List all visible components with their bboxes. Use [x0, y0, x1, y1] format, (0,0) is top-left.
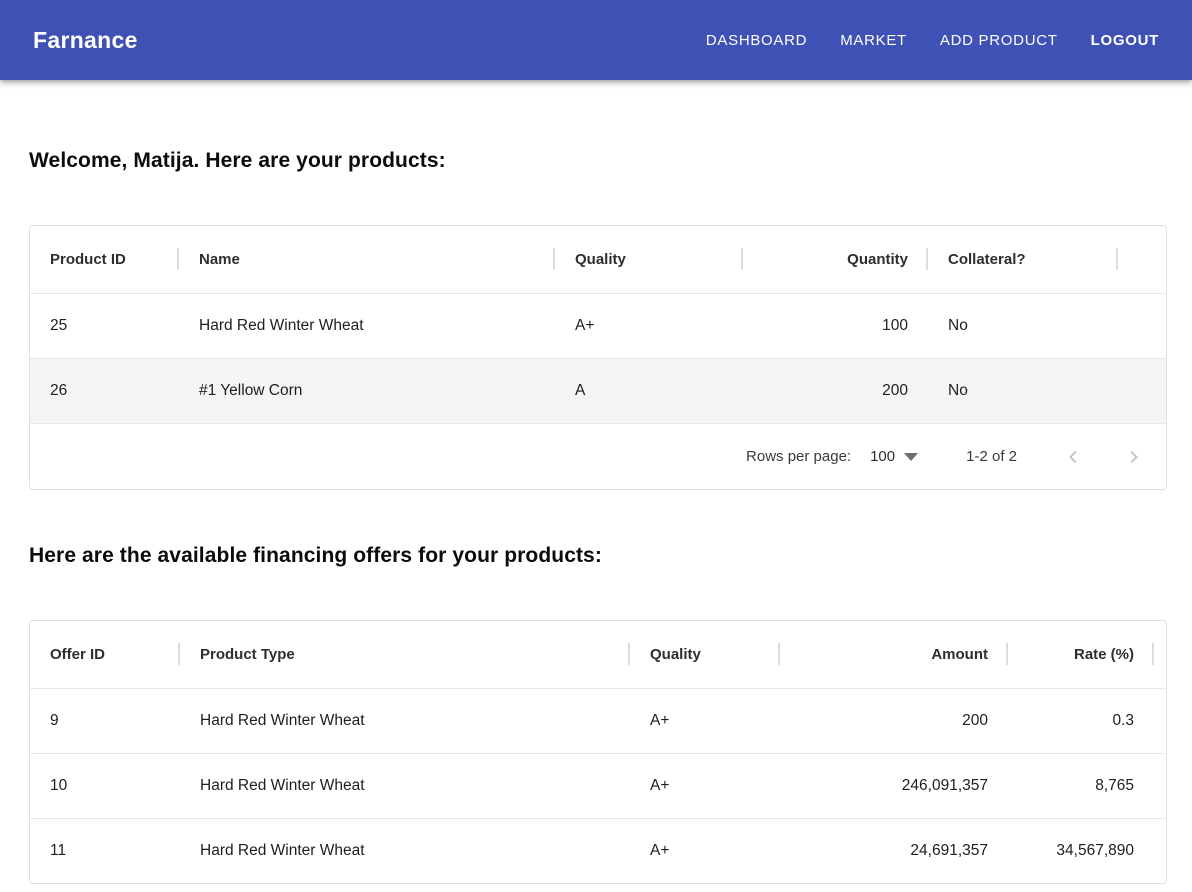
table-row[interactable]: 9 Hard Red Winter Wheat A+ 200 0.3	[30, 688, 1166, 753]
cell-rate: 0.3	[1008, 688, 1154, 753]
chevron-right-icon	[1122, 445, 1146, 469]
products-table: Product ID Name Quality Quantity Collate…	[30, 226, 1166, 423]
previous-page-button[interactable]	[1061, 445, 1085, 469]
cell-quality: A+	[630, 818, 780, 883]
offers-table-card: Offer ID Product Type Quality Amount Rat…	[29, 620, 1167, 884]
column-header-quality[interactable]: Quality	[555, 226, 743, 293]
cell-amount: 24,691,357	[780, 818, 1008, 883]
table-row[interactable]: 11 Hard Red Winter Wheat A+ 24,691,357 3…	[30, 818, 1166, 883]
column-header-name[interactable]: Name	[179, 226, 555, 293]
column-header-quality[interactable]: Quality	[630, 621, 780, 688]
cell-quality: A+	[630, 688, 780, 753]
column-header-rate[interactable]: Rate (%)	[1008, 621, 1154, 688]
cell-quantity: 200	[743, 358, 928, 423]
column-header-collateral[interactable]: Collateral?	[928, 226, 1118, 293]
cell-product-id: 25	[30, 293, 179, 358]
column-header-spacer	[1154, 621, 1166, 688]
column-header-offer-id[interactable]: Offer ID	[30, 621, 180, 688]
nav-logout[interactable]: LOGOUT	[1091, 32, 1159, 49]
column-header-spacer	[1118, 226, 1166, 293]
offers-table: Offer ID Product Type Quality Amount Rat…	[30, 621, 1166, 883]
cell-name: #1 Yellow Corn	[179, 358, 555, 423]
products-pagination: Rows per page: 100 1-2 of 2	[30, 423, 1166, 489]
cell-product-type: Hard Red Winter Wheat	[180, 688, 630, 753]
offers-header-row: Offer ID Product Type Quality Amount Rat…	[30, 621, 1166, 688]
rows-per-page-label: Rows per page:	[746, 448, 851, 465]
column-header-product-id[interactable]: Product ID	[30, 226, 179, 293]
rows-per-page-select[interactable]: 100	[870, 448, 918, 465]
cell-product-type: Hard Red Winter Wheat	[180, 753, 630, 818]
products-table-card: Product ID Name Quality Quantity Collate…	[29, 225, 1167, 490]
cell-name: Hard Red Winter Wheat	[179, 293, 555, 358]
cell-amount: 200	[780, 688, 1008, 753]
cell-amount: 246,091,357	[780, 753, 1008, 818]
cell-collateral: No	[928, 293, 1118, 358]
nav-dashboard[interactable]: DASHBOARD	[706, 32, 807, 49]
app-logo[interactable]: Farnance	[33, 27, 138, 54]
column-header-product-type[interactable]: Product Type	[180, 621, 630, 688]
cell-quality: A	[555, 358, 743, 423]
cell-product-id: 26	[30, 358, 179, 423]
main-nav: DASHBOARD MARKET ADD PRODUCT LOGOUT	[706, 32, 1159, 49]
products-heading: Welcome, Matija. Here are your products:	[29, 80, 1167, 173]
pagination-range: 1-2 of 2	[966, 448, 1017, 465]
cell-rate: 34,567,890	[1008, 818, 1154, 883]
cell-quality: A+	[630, 753, 780, 818]
app-bar: Farnance DASHBOARD MARKET ADD PRODUCT LO…	[0, 0, 1192, 80]
table-row[interactable]: 26 #1 Yellow Corn A 200 No	[30, 358, 1166, 423]
cell-offer-id: 11	[30, 818, 180, 883]
cell-quality: A+	[555, 293, 743, 358]
next-page-button[interactable]	[1122, 445, 1146, 469]
cell-quantity: 100	[743, 293, 928, 358]
column-header-amount[interactable]: Amount	[780, 621, 1008, 688]
offers-heading: Here are the available financing offers …	[29, 490, 1167, 568]
rows-per-page-value: 100	[870, 448, 895, 465]
column-header-quantity[interactable]: Quantity	[743, 226, 928, 293]
products-header-row: Product ID Name Quality Quantity Collate…	[30, 226, 1166, 293]
chevron-left-icon	[1061, 445, 1085, 469]
cell-product-type: Hard Red Winter Wheat	[180, 818, 630, 883]
cell-offer-id: 9	[30, 688, 180, 753]
table-row[interactable]: 10 Hard Red Winter Wheat A+ 246,091,357 …	[30, 753, 1166, 818]
dropdown-arrow-icon	[904, 453, 918, 461]
page-content: Welcome, Matija. Here are your products:…	[0, 80, 1192, 884]
nav-market[interactable]: MARKET	[840, 32, 907, 49]
table-row[interactable]: 25 Hard Red Winter Wheat A+ 100 No	[30, 293, 1166, 358]
nav-add-product[interactable]: ADD PRODUCT	[940, 32, 1058, 49]
cell-offer-id: 10	[30, 753, 180, 818]
cell-rate: 8,765	[1008, 753, 1154, 818]
cell-collateral: No	[928, 358, 1118, 423]
